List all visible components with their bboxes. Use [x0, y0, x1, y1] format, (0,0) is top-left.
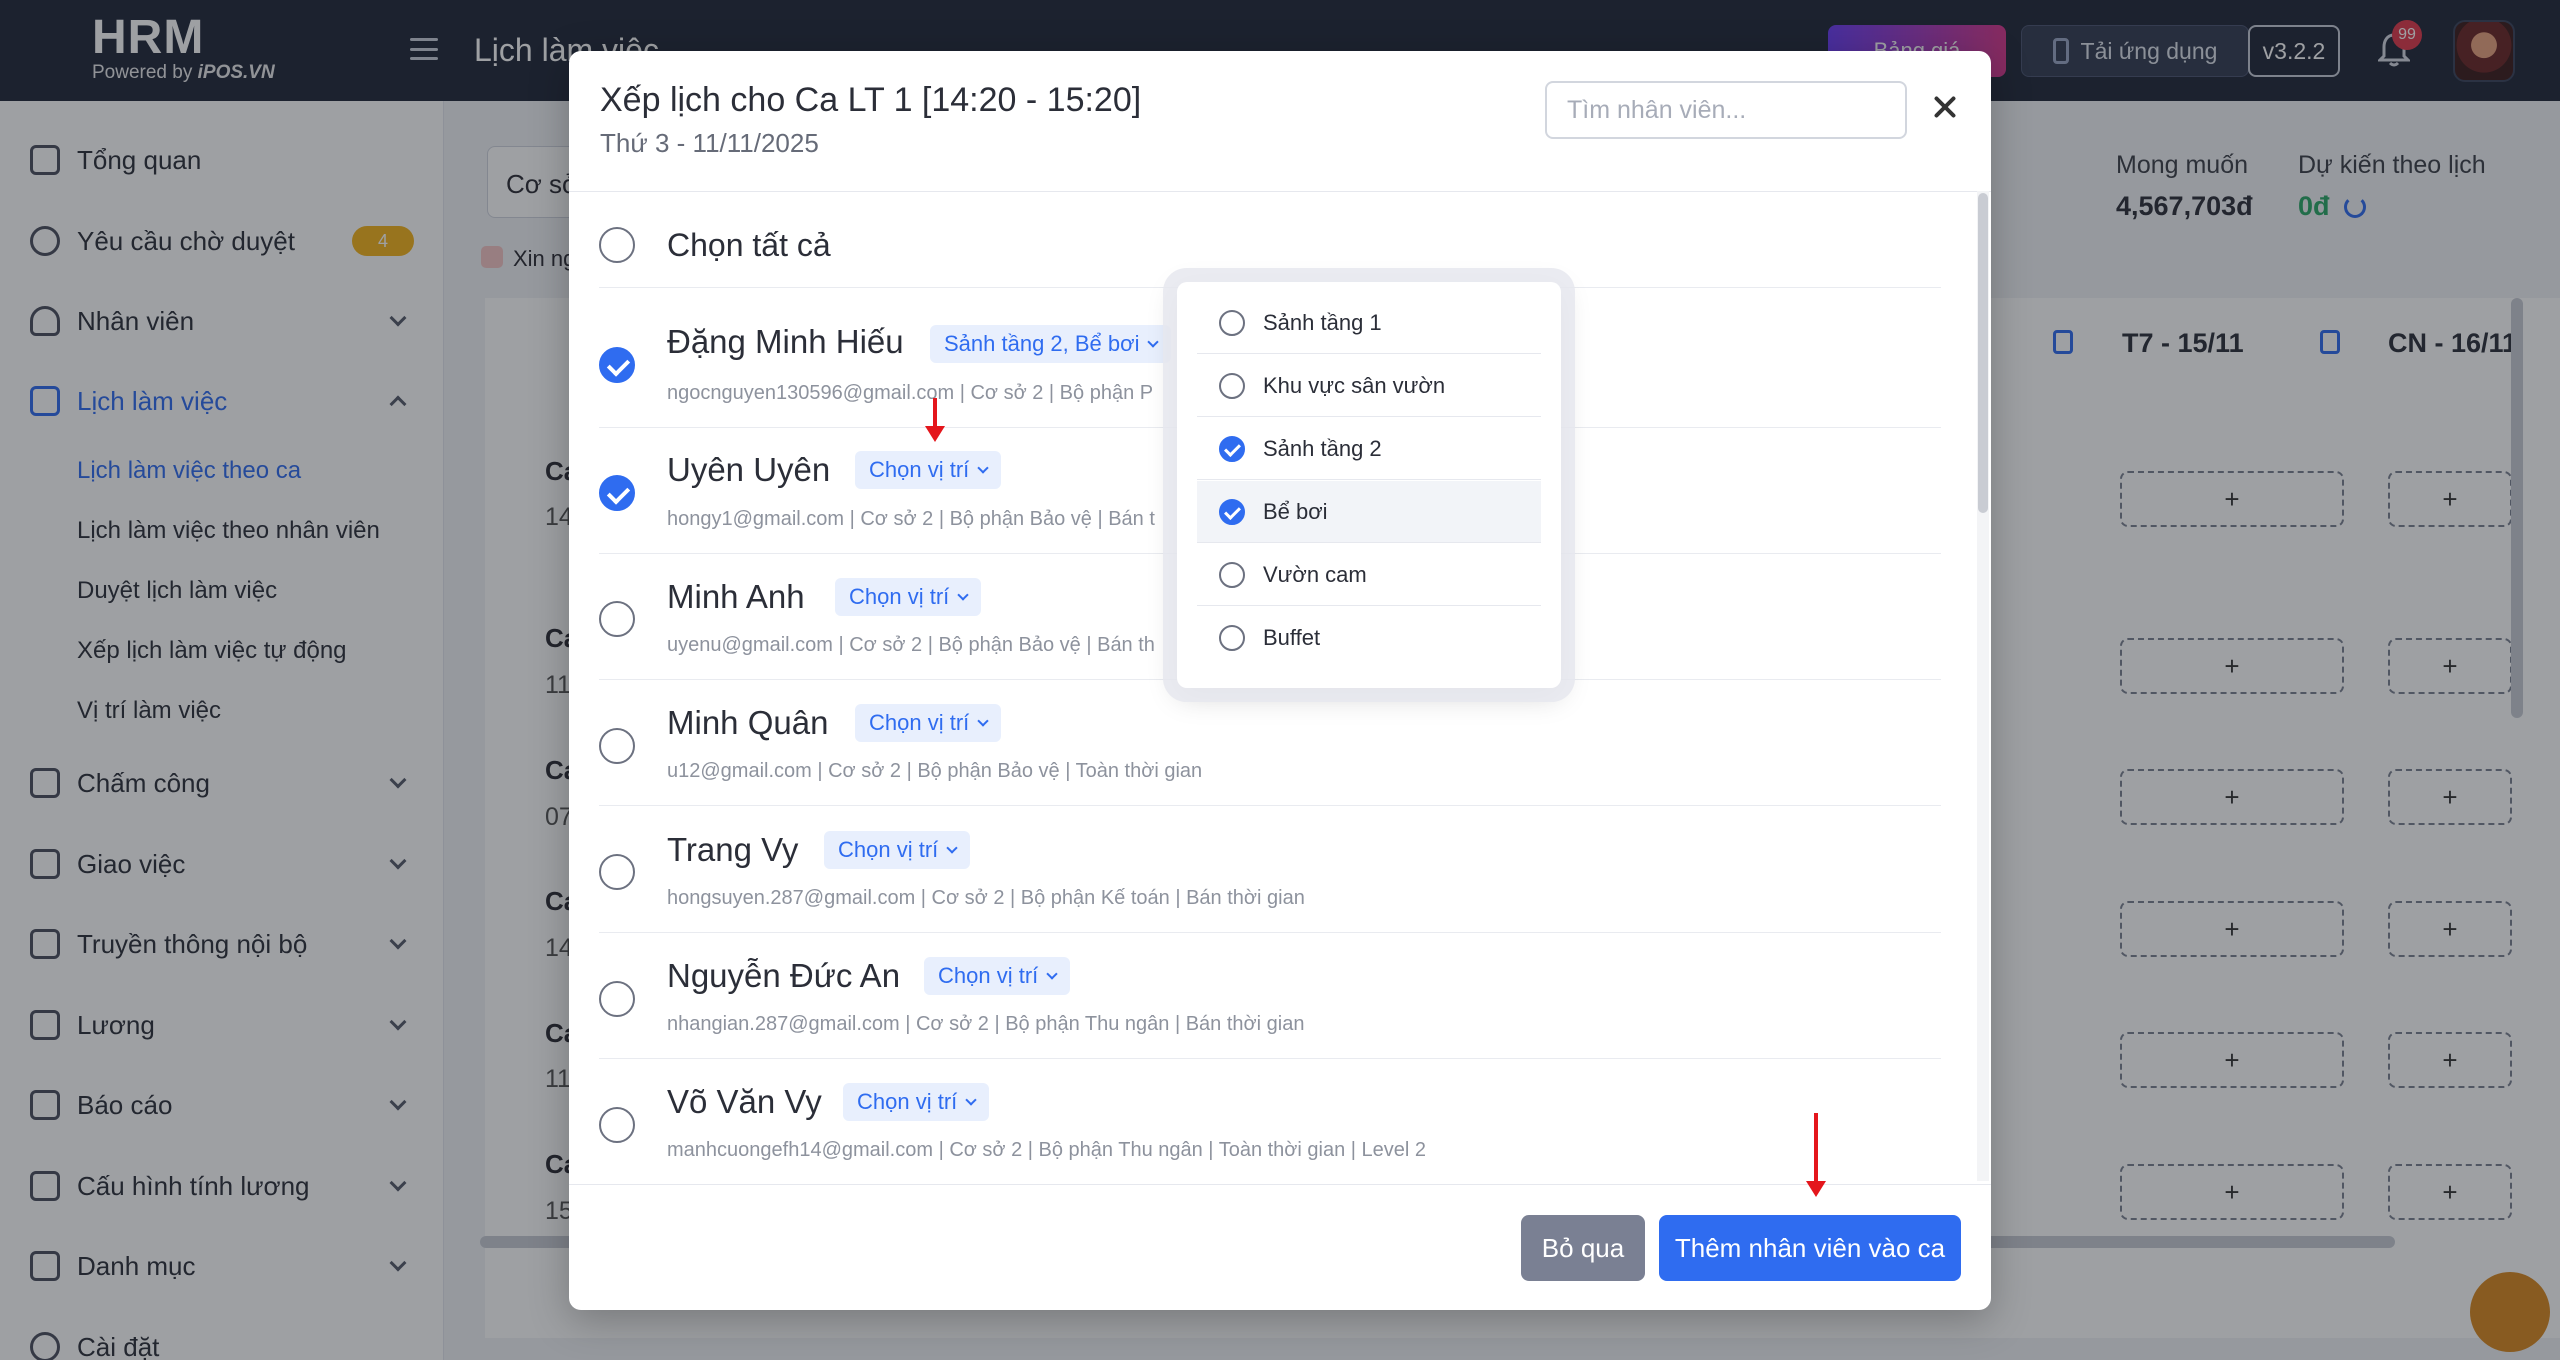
employee-meta: nhangian.287@gmail.com | Cơ sở 2 | Bộ ph… [667, 1013, 1305, 1035]
chevron-down-icon [977, 462, 989, 474]
chevron-down-icon [957, 589, 969, 601]
position-select[interactable]: Chọn vị trí [924, 957, 1071, 995]
employee-checkbox[interactable] [599, 981, 635, 1017]
annotation-arrow [1806, 1113, 1826, 1197]
divider [569, 191, 1991, 192]
position-option[interactable]: Bể bơi [1197, 481, 1541, 543]
position-option[interactable]: Sảnh tầng 1 [1197, 292, 1541, 354]
position-select[interactable]: Sảnh tầng 2, Bể bơi [930, 325, 1172, 363]
modal-subtitle: Thứ 3 - 11/11/2025 [600, 128, 819, 158]
position-select-label: Chọn vị trí [838, 837, 939, 862]
position-select[interactable]: Chọn vị trí [855, 451, 1002, 489]
add-employees-to-shift-button[interactable]: Thêm nhân viên vào ca [1659, 1215, 1961, 1281]
employee-search-input[interactable] [1545, 81, 1907, 139]
chevron-down-icon [946, 842, 958, 854]
divider [599, 932, 1941, 933]
option-label: Khu vực sân vườn [1263, 372, 1446, 398]
chevron-down-icon [977, 715, 989, 727]
position-select[interactable]: Chọn vị trí [843, 1083, 990, 1121]
position-option[interactable]: Vườn cam [1197, 544, 1541, 606]
position-select-label: Chọn vị trí [869, 710, 970, 735]
employee-checkbox[interactable] [599, 1107, 635, 1143]
position-select-label: Chọn vị trí [869, 457, 970, 482]
employee-checkbox[interactable] [599, 854, 635, 890]
employee-name: Trang Vy [667, 831, 799, 868]
employee-meta: ngocnguyen130596@gmail.com | Cơ sở 2 | B… [667, 382, 1154, 404]
position-select-label: Chọn vị trí [938, 963, 1039, 988]
employee-meta: uyenu@gmail.com | Cơ sở 2 | Bộ phận Bảo … [667, 634, 1155, 656]
option-checkbox[interactable] [1219, 498, 1245, 525]
close-icon[interactable] [1931, 93, 1961, 123]
option-checkbox[interactable] [1219, 561, 1245, 588]
divider [599, 805, 1941, 806]
position-dropdown: Sảnh tầng 1 Khu vực sân vườn Sảnh tầng 2… [1177, 282, 1561, 688]
chevron-down-icon [965, 1094, 977, 1106]
modal-scroll-thumb[interactable] [1978, 193, 1988, 513]
employee-name: Minh Quân [667, 704, 829, 741]
employee-meta: hongy1@gmail.com | Cơ sở 2 | Bộ phận Bảo… [667, 508, 1155, 530]
chevron-down-icon [1147, 336, 1160, 348]
select-all-checkbox[interactable] [599, 227, 635, 263]
option-label: Bể bơi [1263, 498, 1328, 524]
employee-checkbox[interactable] [599, 601, 635, 637]
position-option[interactable]: Khu vực sân vườn [1197, 355, 1541, 417]
option-checkbox[interactable] [1219, 372, 1245, 399]
position-option[interactable]: Sảnh tầng 2 [1197, 418, 1541, 480]
option-checkbox[interactable] [1219, 309, 1245, 336]
modal-title: Xếp lịch cho Ca LT 1 [14:20 - 15:20] [600, 81, 1142, 119]
employee-name: Minh Anh [667, 578, 805, 615]
position-select-label: Chọn vị trí [857, 1089, 958, 1114]
position-option[interactable]: Buffet [1197, 607, 1541, 669]
option-label: Buffet [1263, 625, 1321, 650]
annotation-arrow [925, 398, 945, 442]
chevron-down-icon [1046, 968, 1058, 980]
employee-name: Uyên Uyên [667, 451, 831, 488]
employee-name: Võ Văn Vy [667, 1083, 822, 1120]
option-checkbox[interactable] [1219, 625, 1245, 651]
employee-meta: u12@gmail.com | Cơ sở 2 | Bộ phận Bảo vệ… [667, 760, 1203, 782]
option-label: Vườn cam [1263, 561, 1367, 587]
position-select-label: Sảnh tầng 2, Bể bơi [944, 331, 1140, 356]
option-label: Sảnh tầng 1 [1263, 309, 1382, 335]
employee-checkbox[interactable] [599, 347, 635, 383]
employee-meta: hongsuyen.287@gmail.com | Cơ sở 2 | Bộ p… [667, 887, 1305, 909]
employee-checkbox[interactable] [599, 475, 635, 511]
divider [569, 1184, 1991, 1185]
divider [599, 1058, 1941, 1059]
employee-name: Đặng Minh Hiếu [667, 323, 904, 360]
employee-checkbox[interactable] [599, 728, 635, 764]
employee-meta: manhcuongefh14@gmail.com | Cơ sở 2 | Bộ … [667, 1139, 1427, 1161]
position-select-label: Chọn vị trí [849, 584, 950, 609]
employee-name: Nguyễn Đức An [667, 957, 901, 994]
position-select[interactable]: Chọn vị trí [835, 578, 982, 616]
position-select[interactable]: Chọn vị trí [824, 831, 971, 869]
option-checkbox[interactable] [1219, 435, 1245, 462]
option-label: Sảnh tầng 2 [1263, 435, 1382, 461]
position-select[interactable]: Chọn vị trí [855, 704, 1002, 742]
cancel-button[interactable]: Bỏ qua [1521, 1215, 1645, 1281]
select-all-label: Chọn tất cả [667, 227, 831, 263]
